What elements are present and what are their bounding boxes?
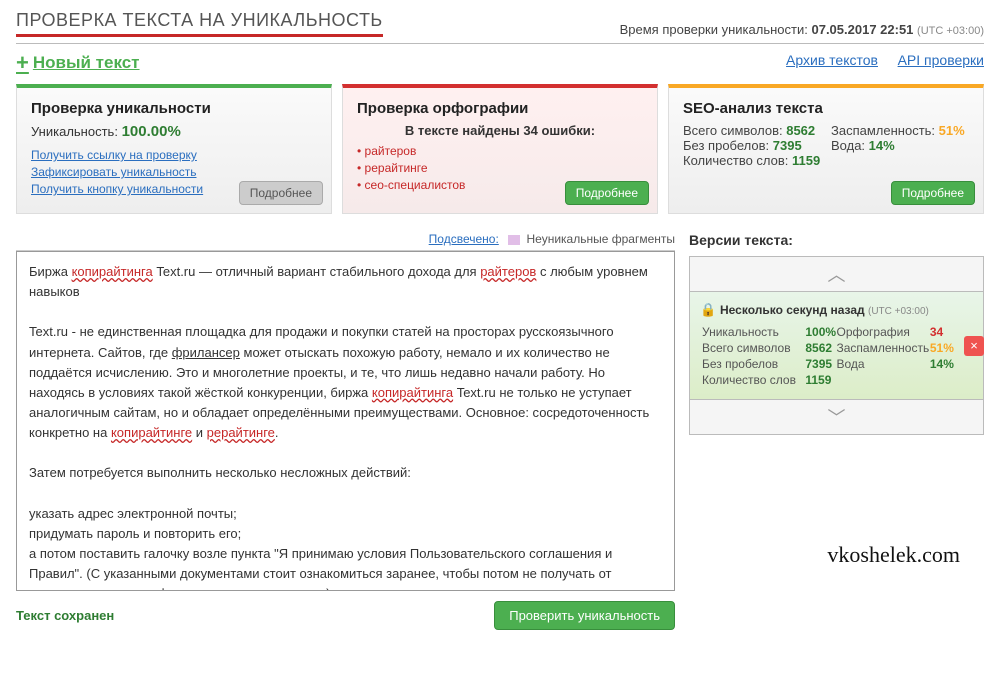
api-link[interactable]: API проверки	[898, 52, 984, 68]
spellcheck-summary: В тексте найдены 34 ошибки:	[357, 123, 643, 138]
error-item: • рерайтинге	[357, 161, 643, 175]
lock-icon: 🔒	[700, 302, 716, 318]
version-stats: Уникальность 100% Орфография 34 Всего си…	[702, 325, 971, 387]
panel-seo: SEO-анализ текста Всего символов: 8562 Б…	[668, 84, 984, 214]
saved-status: Текст сохранен	[16, 608, 114, 623]
highlight-label: Неуникальные фрагменты	[526, 232, 675, 246]
version-time: Несколько секунд назад (UTC +03:00)	[720, 303, 929, 317]
highlight-swatch	[508, 235, 520, 245]
versions-down-button[interactable]: ﹀	[690, 400, 983, 434]
versions-up-button[interactable]: ︿	[690, 257, 983, 291]
check-uniqueness-button[interactable]: Проверить уникальность	[494, 601, 675, 630]
header-links: Архив текстов API проверки	[770, 52, 984, 74]
uniqueness-value-row: Уникальность: 100.00%	[31, 123, 317, 140]
fix-uniqueness-button[interactable]: Зафиксировать уникальность	[31, 165, 317, 179]
page-title: ПРОВЕРКА ТЕКСТА НА УНИКАЛЬНОСТЬ	[16, 10, 383, 37]
versions-title: Версии текста:	[689, 232, 984, 248]
highlight-link[interactable]: Подсвечено:	[429, 232, 499, 246]
header-bar: ПРОВЕРКА ТЕКСТА НА УНИКАЛЬНОСТЬ Время пр…	[16, 10, 984, 44]
seo-details-button[interactable]: Подробнее	[891, 181, 975, 205]
panel-spellcheck: Проверка орфографии В тексте найдены 34 …	[342, 84, 658, 214]
version-delete-button[interactable]: ×	[964, 336, 984, 356]
new-text-link[interactable]: + Новый текст	[16, 52, 140, 74]
panel-seo-title: SEO-анализ текста	[683, 100, 969, 117]
plus-icon: +	[16, 52, 29, 74]
panel-spellcheck-title: Проверка орфографии	[357, 100, 643, 117]
text-editor[interactable]: Биржа копирайтинга Text.ru — отличный ва…	[16, 251, 675, 591]
version-item[interactable]: 🔒 Несколько секунд назад (UTC +03:00) × …	[690, 291, 983, 400]
panel-uniqueness: Проверка уникальности Уникальность: 100.…	[16, 84, 332, 214]
spellcheck-details-button[interactable]: Подробнее	[565, 181, 649, 205]
summary-panels: Проверка уникальности Уникальность: 100.…	[16, 84, 984, 214]
highlight-legend: Подсвечено: Неуникальные фрагменты	[16, 232, 675, 251]
get-link-button[interactable]: Получить ссылку на проверку	[31, 148, 317, 162]
versions-box: ︿ 🔒 Несколько секунд назад (UTC +03:00) …	[689, 256, 984, 435]
archive-link[interactable]: Архив текстов	[786, 52, 878, 68]
panel-uniqueness-title: Проверка уникальности	[31, 100, 317, 117]
check-time: Время проверки уникальности: 07.05.2017 …	[620, 22, 984, 37]
sub-bar: + Новый текст Архив текстов API проверки	[16, 52, 984, 74]
editor-footer: Текст сохранен Проверить уникальность	[16, 591, 675, 630]
uniqueness-details-button[interactable]: Подробнее	[239, 181, 323, 205]
error-item: • райтеров	[357, 144, 643, 158]
